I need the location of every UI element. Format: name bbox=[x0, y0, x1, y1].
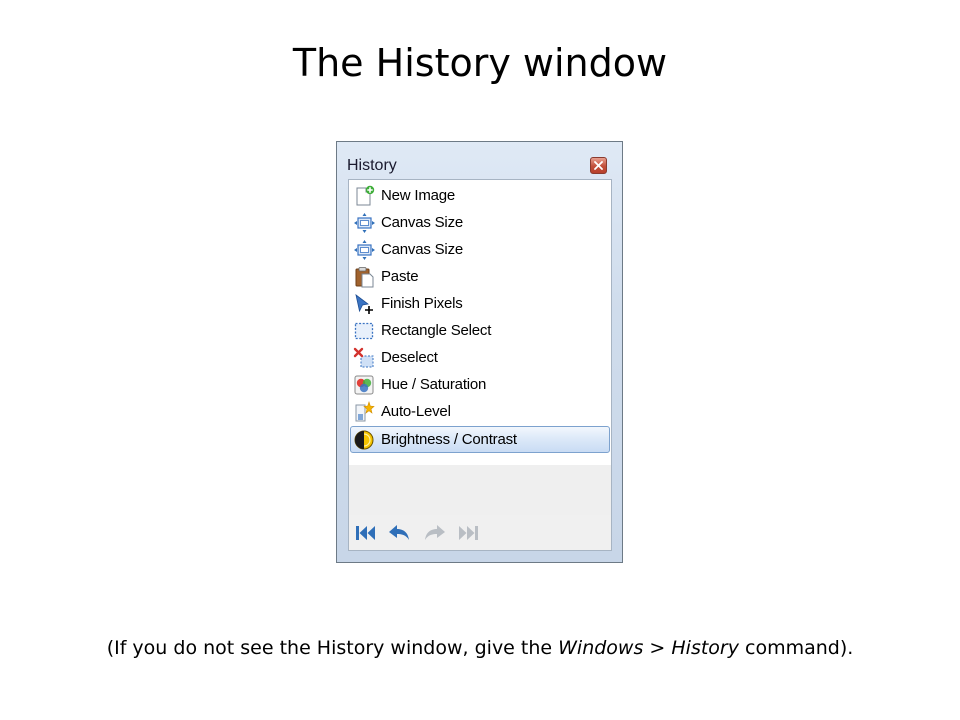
history-item-new-image[interactable]: New Image bbox=[350, 182, 610, 209]
brightness-contrast-icon bbox=[354, 430, 374, 450]
history-item-label: Hue / Saturation bbox=[381, 376, 487, 393]
caption-suffix: command). bbox=[738, 637, 854, 659]
redo-icon bbox=[425, 525, 445, 540]
history-item-hue-saturation[interactable]: Hue / Saturation bbox=[350, 371, 610, 398]
deselect-icon bbox=[353, 347, 374, 368]
canvas-size-icon bbox=[354, 213, 375, 233]
fast-forward-to-end-icon bbox=[459, 526, 478, 540]
caption-prefix: (If you do not see the History window, g… bbox=[106, 637, 559, 659]
history-item-auto-level[interactable]: Auto-Level bbox=[350, 398, 610, 425]
history-item-label: Finish Pixels bbox=[381, 295, 463, 312]
canvas-size-icon bbox=[354, 240, 375, 260]
caption-menu-name: Windows bbox=[558, 637, 644, 659]
paste-icon bbox=[355, 267, 374, 288]
caption-separator: > bbox=[643, 637, 672, 659]
history-item-brightness-contrast[interactable]: Brightness / Contrast bbox=[350, 426, 610, 453]
undo-button[interactable] bbox=[387, 523, 411, 543]
caption-menu-item: History bbox=[671, 637, 739, 659]
history-item-label: Rectangle Select bbox=[381, 322, 492, 339]
history-item-label: Canvas Size bbox=[381, 241, 464, 258]
history-item-paste[interactable]: Paste bbox=[350, 263, 610, 290]
undo-icon bbox=[389, 525, 409, 540]
fast-forward-to-end-button[interactable] bbox=[456, 523, 480, 543]
history-item-label: Canvas Size bbox=[381, 214, 464, 231]
finish-pixels-icon bbox=[355, 294, 373, 314]
auto-level-icon bbox=[355, 401, 375, 422]
history-item-canvas-size[interactable]: Canvas Size bbox=[350, 236, 610, 263]
redo-button[interactable] bbox=[423, 523, 447, 543]
history-item-canvas-size[interactable]: Canvas Size bbox=[350, 209, 610, 236]
rewind-to-start-icon bbox=[356, 526, 375, 540]
history-window: History New Image Canvas Size Canvas Siz… bbox=[336, 141, 623, 563]
rewind-to-start-button[interactable] bbox=[354, 523, 378, 543]
history-item-deselect[interactable]: Deselect bbox=[350, 344, 610, 371]
hue-saturation-icon bbox=[354, 375, 374, 395]
close-button[interactable] bbox=[590, 157, 607, 174]
history-item-label: Auto-Level bbox=[381, 403, 451, 420]
history-item-rectangle-select[interactable]: Rectangle Select bbox=[350, 317, 610, 344]
close-icon bbox=[594, 161, 603, 170]
history-list: New Image Canvas Size Canvas Size Paste … bbox=[348, 179, 612, 551]
history-item-label: New Image bbox=[381, 187, 456, 204]
rectangle-select-icon bbox=[354, 322, 374, 340]
history-item-label: Brightness / Contrast bbox=[381, 431, 517, 448]
history-item-label: Paste bbox=[381, 268, 419, 285]
slide-title: The History window bbox=[292, 41, 668, 85]
history-navigation-bar bbox=[349, 515, 611, 550]
history-item-finish-pixels[interactable]: Finish Pixels bbox=[350, 290, 610, 317]
new-image-icon bbox=[356, 185, 375, 206]
history-item-label: Deselect bbox=[381, 349, 438, 366]
slide-caption: (If you do not see the History window, g… bbox=[0, 634, 960, 662]
window-title: History bbox=[347, 157, 397, 174]
